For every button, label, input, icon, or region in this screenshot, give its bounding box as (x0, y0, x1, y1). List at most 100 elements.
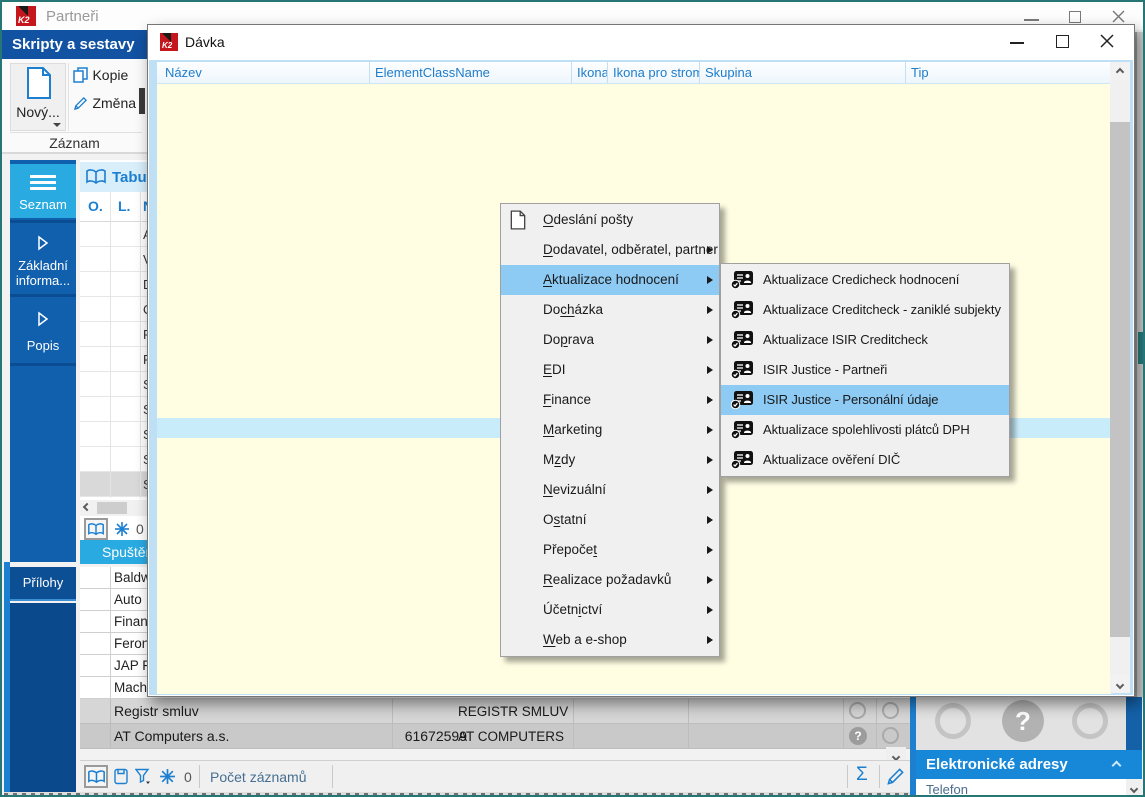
book-view-button[interactable] (84, 765, 108, 788)
electronic-addresses-row[interactable]: Telefon (916, 779, 1126, 795)
rating-question-icon: ? (1002, 700, 1044, 742)
table-panel-row[interactable]: F (80, 322, 147, 347)
table-panel-column-2[interactable]: L. (118, 198, 130, 214)
new-dropdown-arrow-icon[interactable] (53, 123, 61, 127)
scroll-up-button[interactable] (1110, 62, 1130, 80)
menu-item-mzdy[interactable]: Mzdy (501, 445, 719, 475)
table-panel-column-1[interactable]: O. (88, 198, 103, 214)
partner-short-name: AT COMPUTERS (458, 729, 565, 744)
submenu-item-aktualizace-overeni-dic[interactable]: Aktualizace ověření DIČ (721, 445, 1009, 475)
main-right-scroll-strip[interactable] (1135, 32, 1143, 697)
submenu-item-isir-justice-personalni-udaje[interactable]: ISIR Justice - Personální údaje (721, 385, 1009, 415)
dialog-vscrollbar[interactable] (1110, 62, 1130, 693)
copy-icon (73, 67, 88, 83)
table-panel-row[interactable]: S (80, 447, 147, 472)
submenu-arrow-icon (707, 576, 713, 584)
main-maximize-button[interactable] (1069, 11, 1081, 23)
right-panel-scroll-strip[interactable] (1126, 697, 1142, 750)
submenu-item-aktualizace-credicheck-hodnoceni[interactable]: Aktualizace Credicheck hodnocení (721, 265, 1009, 295)
ribbon-tab-skripty-a-sestavy[interactable]: Skripty a sestavy (2, 30, 147, 59)
book-icon (88, 522, 104, 535)
partner-row-selected[interactable]: AT Computers a.s. 61672599 AT COMPUTERS? (80, 724, 910, 749)
edit-pencil-button[interactable] (886, 767, 905, 786)
submenu-arrow-icon (707, 456, 713, 464)
table-panel-row[interactable]: S (80, 372, 147, 397)
submenu-item-aktualizace-creditcheck-zanikle-subjekty[interactable]: Aktualizace Creditcheck - zaniklé subjek… (721, 295, 1009, 325)
dialog-column-header-2[interactable]: ElementClassName (370, 62, 572, 83)
menu-item-edi[interactable]: EDI (501, 355, 719, 385)
dialog-column-header-6[interactable]: Tip (906, 62, 1111, 83)
play-outline-icon (38, 235, 49, 251)
menu-item-dodavatel-odberatel-partner[interactable]: Dodavatel, odběratel, partner (501, 235, 719, 265)
rating-ring-icon (849, 702, 866, 719)
menu-item-web-a-eshop[interactable]: Web a e-shop (501, 625, 719, 655)
electronic-addresses-label: Elektronické adresy (926, 756, 1068, 773)
main-minimize-button[interactable] (1024, 19, 1039, 21)
table-panel-hscrollbar[interactable] (80, 500, 147, 516)
dialog-column-header-3[interactable]: Ikona (572, 62, 608, 83)
dialog-column-header-1[interactable]: Název (157, 62, 370, 83)
table-panel-row[interactable]: O (80, 297, 147, 322)
partner-row-group[interactable]: Registr smluv REGISTR SMLUV (80, 699, 910, 724)
table-panel-row[interactable]: S (80, 472, 147, 497)
menu-item-realizace-pozadavku[interactable]: Realizace požadavků (501, 565, 719, 595)
scroll-thumb[interactable] (1110, 122, 1130, 637)
table-panel-row[interactable]: F (80, 347, 147, 372)
menu-item-label: Realizace požadavků (543, 572, 672, 587)
dialog-titlebar[interactable]: K2 Dávka (148, 25, 1134, 60)
electronic-addresses-header[interactable]: Elektronické adresy (916, 750, 1142, 779)
menu-item-prepocet[interactable]: Přepočet (501, 535, 719, 565)
partner-name: Mach (114, 680, 148, 695)
new-button[interactable]: Nový... (10, 63, 66, 131)
dialog-column-header-5[interactable]: Skupina (700, 62, 906, 83)
main-close-button[interactable] (1112, 10, 1125, 23)
table-panel-row[interactable]: V (80, 247, 147, 272)
dialog-column-header-4[interactable]: Ikona pro strom (608, 62, 700, 83)
table-panel-row[interactable]: A (80, 222, 147, 247)
submenu-item-aktualizace-isir-creditcheck[interactable]: Aktualizace ISIR Creditcheck (721, 325, 1009, 355)
sidebar-tab-popis[interactable]: Popis (10, 297, 76, 363)
menu-item-finance[interactable]: Finance (501, 385, 719, 415)
sidebar-tab-prilohy[interactable]: Přílohy (10, 567, 76, 601)
menu-item-marketing[interactable]: Marketing (501, 415, 719, 445)
hscroll-thumb[interactable] (97, 502, 127, 514)
scroll-down-button[interactable] (1110, 675, 1130, 693)
menu-item-odeslani-posty[interactable]: Odeslání pošty (501, 205, 719, 235)
scroll-left-icon[interactable] (82, 502, 92, 512)
book-view-button[interactable] (84, 518, 108, 540)
run-button[interactable]: Spuštění (80, 540, 147, 564)
collapse-chevron-icon[interactable] (1111, 760, 1122, 771)
submenu-item-isir-justice-partneri[interactable]: ISIR Justice - Partneři (721, 355, 1009, 385)
card-file-icon[interactable] (114, 768, 128, 785)
main-window-title: Partneři (46, 8, 99, 25)
sidebar-tab-zakladni-informace[interactable]: Základní informa... (10, 223, 76, 293)
right-panel-scroll-down-button[interactable] (1126, 779, 1142, 795)
scroll-thumb[interactable] (1138, 332, 1143, 364)
snowflake-icon[interactable] (114, 521, 130, 537)
submenu-item-label: Aktualizace ISIR Creditcheck (763, 332, 928, 347)
submenu-item-aktualizace-spolehlivosti-platcu-dph[interactable]: Aktualizace spolehlivosti plátců DPH (721, 415, 1009, 445)
dialog-maximize-button[interactable] (1056, 35, 1069, 48)
menu-item-ostatni[interactable]: Ostatní (501, 505, 719, 535)
partners-scroll-down-button[interactable] (886, 747, 906, 762)
table-panel-row[interactable]: S (80, 422, 147, 447)
dialog-minimize-button[interactable] (1010, 42, 1024, 44)
sidebar-tab-label: Přílohy (22, 575, 64, 590)
submenu-arrow-icon (707, 516, 713, 524)
dialog-close-button[interactable] (1100, 34, 1114, 48)
menu-item-nevizualni[interactable]: Nevizuální (501, 475, 719, 505)
menu-item-aktualizace-hodnoceni[interactable]: Aktualizace hodnocení (501, 265, 719, 295)
menu-item-doprava[interactable]: Doprava (501, 325, 719, 355)
copy-button[interactable]: Kopie (73, 67, 145, 87)
ribbon-edge-sliver (139, 88, 145, 114)
menu-item-dochazka[interactable]: Docházka (501, 295, 719, 325)
table-panel-row[interactable]: D (80, 272, 147, 297)
table-panel-row[interactable]: S (80, 397, 147, 422)
sum-button[interactable]: Σ (856, 764, 868, 786)
change-button[interactable]: Změna (73, 95, 145, 115)
filter-icon[interactable] (135, 768, 151, 785)
menu-item-ucetnictvi[interactable]: Účetnictví (501, 595, 719, 625)
snowflake-icon[interactable] (159, 768, 176, 785)
sidebar-tab-seznam[interactable]: Seznam (10, 164, 76, 218)
hamburger-icon (10, 164, 76, 190)
